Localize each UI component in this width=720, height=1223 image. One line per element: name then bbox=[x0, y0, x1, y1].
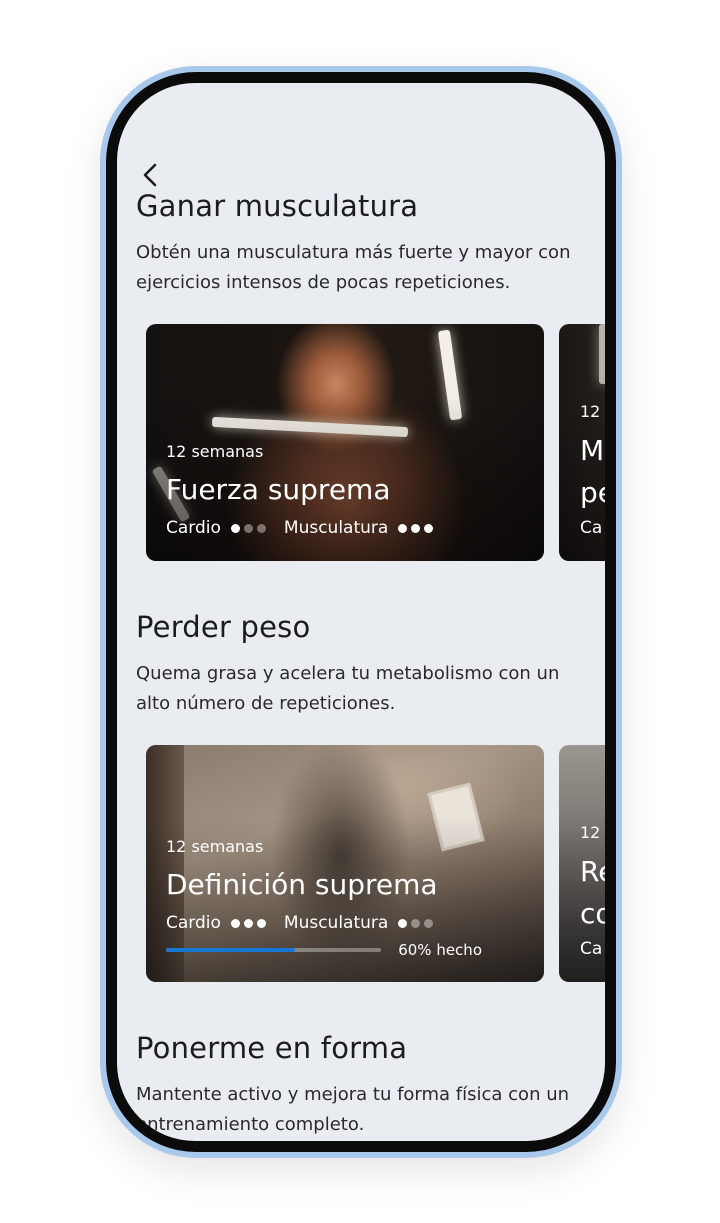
level-dot-filled bbox=[398, 523, 408, 533]
chevron-left-icon bbox=[143, 163, 157, 187]
card-intensity-row: Cardio Musculatura bbox=[166, 518, 451, 538]
card-title: Definición suprema bbox=[166, 868, 438, 901]
card-duration: 12 semanas bbox=[166, 837, 264, 856]
section-title-build-muscle: Ganar musculatura bbox=[136, 189, 419, 223]
level-dot-filled bbox=[398, 918, 408, 928]
muscle-level-dots bbox=[398, 918, 437, 928]
level-dot-filled bbox=[230, 918, 240, 928]
section-description-build-muscle: Obtén una musculatura más fuerte y mayor… bbox=[136, 242, 571, 293]
level-dot-empty bbox=[243, 523, 253, 533]
back-button[interactable] bbox=[139, 163, 163, 187]
level-dot-filled bbox=[243, 918, 253, 928]
level-dot-empty bbox=[424, 918, 434, 928]
progress-bar-fill bbox=[166, 948, 295, 952]
card-image-shade bbox=[146, 745, 544, 982]
level-dot-filled bbox=[256, 918, 266, 928]
cardio-label: Cardio bbox=[166, 913, 221, 933]
card-duration: 12 bbox=[580, 823, 601, 842]
section-title-get-fit: Ponerme en forma bbox=[136, 1031, 408, 1065]
section-description-get-fit: Mantente activo y mejora tu forma física… bbox=[136, 1084, 570, 1135]
card-meta: Ca bbox=[580, 939, 603, 959]
muscle-level-dots bbox=[398, 523, 437, 533]
card-title: Fuerza suprema bbox=[166, 473, 391, 506]
muscle-label: Musculatura bbox=[283, 518, 389, 538]
card-meta: Ca bbox=[580, 518, 603, 538]
program-card-fuerza-suprema[interactable]: 12 semanas Fuerza suprema Cardio Muscula… bbox=[146, 324, 544, 561]
progress-bar bbox=[166, 948, 381, 952]
cardio-label: Cardio bbox=[166, 518, 221, 538]
card-title-line: pe bbox=[580, 476, 605, 509]
muscle-label: Musculatura bbox=[283, 913, 389, 933]
card-title-line: M bbox=[580, 434, 605, 467]
program-card-peek[interactable]: 12 M pe Ca bbox=[559, 324, 605, 561]
card-intensity-row: Cardio Musculatura bbox=[166, 913, 451, 933]
section-description-lose-weight: Quema grasa y acelera tu metabolismo con… bbox=[136, 663, 560, 714]
progress-label: 60% hecho bbox=[398, 941, 482, 959]
card-duration: 12 semanas bbox=[166, 442, 264, 461]
level-dot-empty bbox=[411, 918, 421, 928]
level-dot-empty bbox=[256, 523, 266, 533]
level-dot-filled bbox=[424, 523, 434, 533]
app-screen: Ganar musculatura Obtén una musculatura … bbox=[117, 83, 605, 1141]
cardio-level-dots bbox=[230, 523, 270, 533]
level-dot-filled bbox=[230, 523, 240, 533]
section-title-lose-weight: Perder peso bbox=[136, 610, 311, 644]
card-duration: 12 bbox=[580, 402, 601, 421]
level-dot-filled bbox=[411, 523, 421, 533]
cardio-level-dots bbox=[230, 918, 270, 928]
program-card-definicion-suprema[interactable]: 12 semanas Definición suprema Cardio Mus… bbox=[146, 745, 544, 982]
card-title-line: Re bbox=[580, 855, 605, 888]
card-title-line: co bbox=[580, 897, 605, 930]
program-card-peek[interactable]: 12 Re co Ca bbox=[559, 745, 605, 982]
